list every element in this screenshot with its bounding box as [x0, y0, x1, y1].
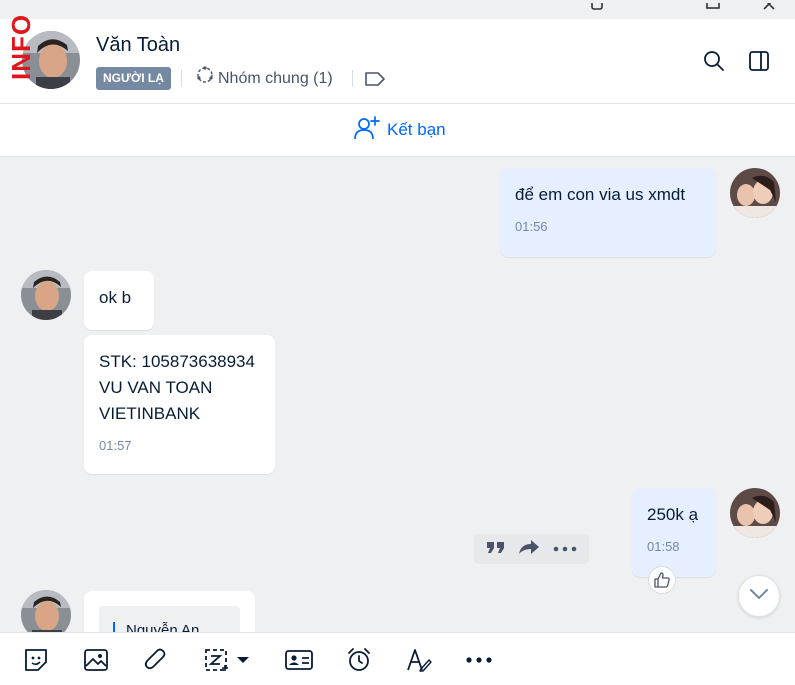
divider	[181, 70, 182, 87]
group-icon	[195, 65, 215, 92]
message-actions	[474, 534, 589, 564]
stranger-badge: NGƯỜI LẠ	[96, 67, 171, 90]
maximize-button[interactable]	[705, 0, 721, 10]
thumbs-up-icon[interactable]	[648, 566, 676, 594]
message-bubble-outgoing[interactable]: 250k ạ 01:58	[632, 488, 716, 577]
my-avatar[interactable]	[730, 168, 780, 218]
more-icon[interactable]	[462, 643, 496, 677]
screenshot-icon[interactable]	[199, 643, 259, 677]
reminder-icon[interactable]	[342, 643, 376, 677]
message-time: 01:56	[515, 219, 548, 234]
forward-icon[interactable]	[518, 539, 540, 560]
more-icon[interactable]	[553, 540, 577, 558]
attachment-icon[interactable]	[139, 643, 173, 677]
sidebar-toggle-icon[interactable]	[745, 47, 773, 75]
add-friend-icon	[353, 115, 381, 146]
scroll-down-button[interactable]	[738, 575, 780, 617]
message-text: ok b	[99, 288, 132, 307]
message-text: 250k ạ	[647, 505, 699, 524]
search-icon[interactable]	[700, 47, 728, 75]
message-time: 01:58	[647, 539, 680, 554]
message-bubble-incoming[interactable]: ok b	[84, 271, 154, 330]
contact-card-icon[interactable]	[282, 643, 316, 677]
quoted-message[interactable]: Nguyễn An	[99, 606, 240, 632]
common-groups-label: Nhóm chung (1)	[218, 70, 333, 87]
message-bubble-outgoing[interactable]: để em con via us xmdt 01:56	[500, 168, 716, 257]
minimize-button[interactable]	[589, 0, 605, 10]
image-icon[interactable]	[79, 643, 113, 677]
close-button[interactable]	[762, 0, 778, 10]
message-line: VIETINBANK	[99, 404, 201, 423]
my-avatar[interactable]	[730, 488, 780, 538]
common-groups-link[interactable]: Nhóm chung (1)	[195, 65, 333, 92]
message-line: STK: 105873638934	[99, 352, 255, 371]
quote-bar	[113, 622, 115, 632]
add-friend-button[interactable]: Kết bạn	[353, 115, 446, 146]
quoted-sender-name: Nguyễn An	[126, 622, 200, 632]
add-friend-bar: Kết bạn	[0, 105, 795, 157]
text-format-icon[interactable]	[402, 643, 436, 677]
contact-avatar[interactable]	[21, 590, 71, 632]
quote-icon[interactable]	[486, 539, 506, 560]
message-line: VU VAN TOAN	[99, 378, 213, 397]
message-list[interactable]: để em con via us xmdt 01:56 ok b STK: 10…	[0, 157, 795, 632]
contact-avatar[interactable]	[21, 270, 71, 320]
chevron-down-icon	[748, 587, 770, 606]
contact-name: Văn Toàn	[96, 34, 181, 56]
chat-header: Văn Toàn NGƯỜI LẠ Nhóm chung (1)	[0, 19, 795, 104]
message-text: để em con via us xmdt	[515, 185, 686, 204]
composer-toolbar	[0, 632, 795, 685]
watermark-logo: INFO	[6, 13, 36, 80]
tag-icon[interactable]	[363, 68, 387, 90]
window-titlebar	[0, 0, 795, 19]
divider	[352, 70, 353, 87]
message-time: 01:57	[99, 438, 132, 453]
add-friend-label: Kết bạn	[387, 120, 446, 139]
message-bubble-incoming[interactable]: STK: 105873638934 VU VAN TOAN VIETINBANK…	[84, 335, 275, 474]
sticker-icon[interactable]	[19, 643, 53, 677]
